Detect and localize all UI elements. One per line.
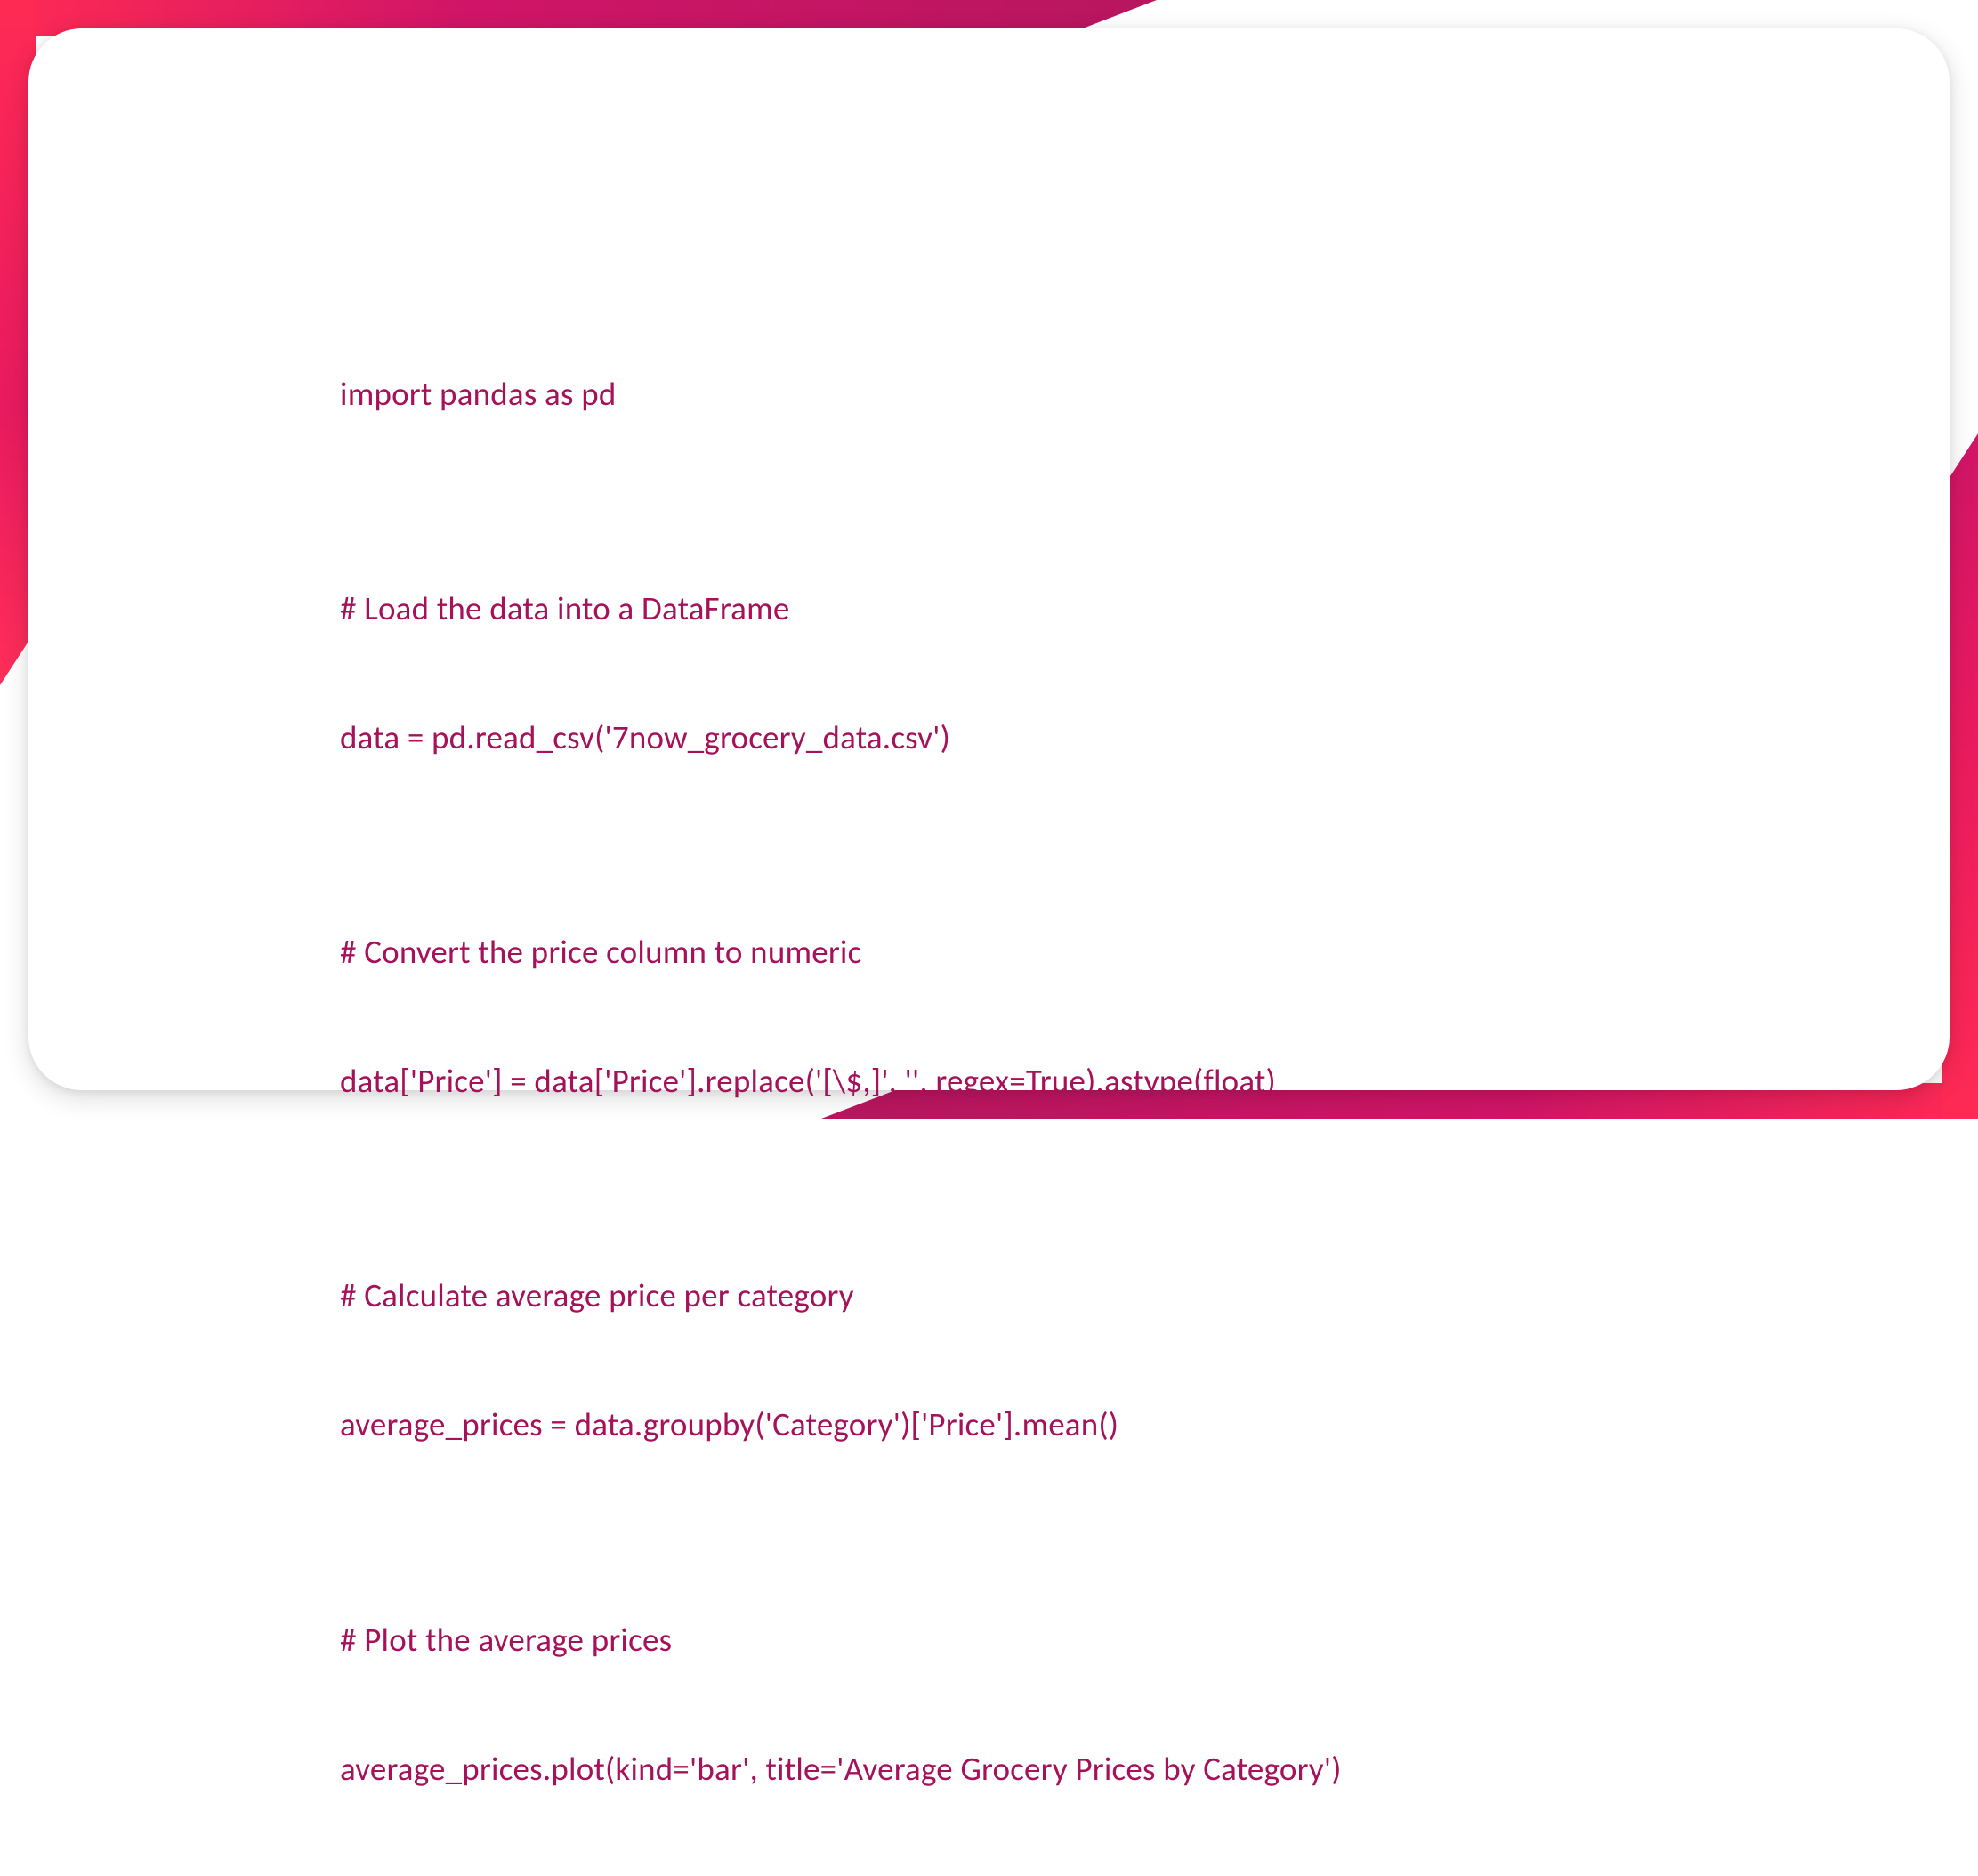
code-line: average_prices = data.groupby('Category'… <box>340 1403 1772 1446</box>
code-block: import pandas as pd # Load the data into… <box>340 287 1772 1876</box>
code-line: average_prices.plot(kind='bar', title='A… <box>340 1748 1772 1791</box>
code-line: data = pd.read_csv('7now_grocery_data.cs… <box>340 716 1772 759</box>
code-line: # Convert the price column to numeric <box>340 931 1772 974</box>
code-line: # Calculate average price per category <box>340 1274 1772 1317</box>
code-line: # Load the data into a DataFrame <box>340 587 1772 630</box>
code-line: data['Price'] = data['Price'].replace('[… <box>340 1060 1772 1103</box>
code-line: import pandas as pd <box>340 373 1772 416</box>
content-card: import pandas as pd # Load the data into… <box>28 28 1950 1090</box>
code-line: # Plot the average prices <box>340 1619 1772 1662</box>
